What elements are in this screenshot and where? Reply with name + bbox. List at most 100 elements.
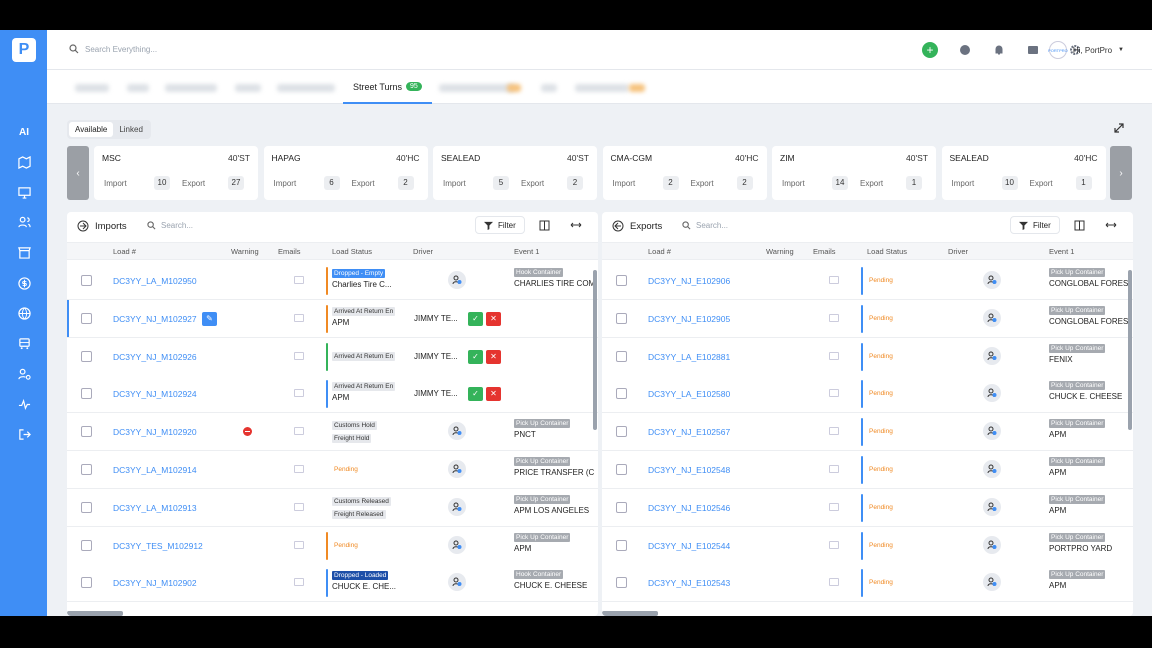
assign-driver-icon[interactable] xyxy=(983,346,1001,365)
load-number-link[interactable]: DC3YY_NJ_E102543 xyxy=(648,578,730,588)
col-load[interactable]: Load # xyxy=(648,247,671,256)
table-row[interactable]: DC3YY_NJ_E102906 Pending Pick Up Container… xyxy=(602,262,1133,300)
horizontal-scrollbar[interactable] xyxy=(602,611,658,616)
user-menu[interactable]: PORTPRO Hi, PortPro ▼ xyxy=(1048,41,1124,59)
table-row[interactable]: DC3YY_LA_M102950 Dropped - Empty Charlies … xyxy=(67,262,598,300)
col-warning[interactable]: Warning xyxy=(766,247,794,256)
globe-icon[interactable] xyxy=(14,303,34,323)
add-icon[interactable]: + xyxy=(922,42,938,58)
filter-button[interactable]: Filter xyxy=(1010,216,1060,234)
monitor-icon[interactable] xyxy=(14,182,34,202)
approve-button[interactable]: ✓ xyxy=(468,311,483,326)
load-number-link[interactable]: DC3YY_NJ_E102548 xyxy=(648,465,730,475)
carrier-card[interactable]: SEALEAD 40'ST Import 5 Export 2 xyxy=(433,146,597,200)
table-row[interactable]: DC3YY_NJ_E102543 Pending Pick Up Container… xyxy=(602,564,1133,603)
table-row[interactable]: DC3YY_NJ_E102905 Pending Pick Up Container… xyxy=(602,299,1133,338)
imports-search[interactable]: Search... xyxy=(147,221,193,230)
search-input[interactable]: Search... xyxy=(696,221,728,230)
assign-driver-icon[interactable] xyxy=(448,535,466,554)
table-row[interactable]: DC3YY_LA_E102881 Pending Pick Up Container… xyxy=(602,337,1133,376)
assign-driver-icon[interactable] xyxy=(983,271,1001,289)
col-emails[interactable]: Emails xyxy=(813,247,836,256)
columns-icon[interactable] xyxy=(535,216,553,234)
table-row[interactable]: DC3YY_LA_M102914 Pending Pick Up Container… xyxy=(67,451,598,489)
carousel-next-button[interactable]: › xyxy=(1110,146,1132,200)
col-event[interactable]: Event 1 xyxy=(514,247,539,256)
mail-icon[interactable] xyxy=(1026,43,1040,57)
assign-driver-icon[interactable] xyxy=(448,271,466,289)
table-row[interactable]: DC3YY_NJ_M102902 Dropped - Loaded CHUCK E.… xyxy=(67,564,598,603)
assign-driver-icon[interactable] xyxy=(983,573,1001,592)
col-driver[interactable]: Driver xyxy=(413,247,433,256)
assign-driver-icon[interactable] xyxy=(983,422,1001,441)
search-input[interactable]: Search Everything... xyxy=(85,45,157,54)
map-icon[interactable] xyxy=(14,152,34,172)
col-emails[interactable]: Emails xyxy=(278,247,301,256)
table-row[interactable]: DC3YY_NJ_E102548 Pending Pick Up Container… xyxy=(602,451,1133,489)
col-warning[interactable]: Warning xyxy=(231,247,259,256)
carrier-card[interactable]: SEALEAD 40'HC Import 10 Export 1 xyxy=(941,146,1106,200)
email-icon[interactable] xyxy=(829,276,839,284)
table-row[interactable]: DC3YY_LA_M102913 Customs Released Freight … xyxy=(67,488,598,527)
table-row[interactable]: DC3YY_NJ_E102544 Pending Pick Up Container… xyxy=(602,526,1133,565)
email-icon[interactable] xyxy=(829,578,839,587)
row-checkbox[interactable] xyxy=(616,539,627,551)
row-checkbox[interactable] xyxy=(616,426,627,438)
row-checkbox[interactable] xyxy=(616,312,627,324)
columns-icon[interactable] xyxy=(1070,216,1088,234)
tab-blurred[interactable] xyxy=(541,84,557,92)
carrier-card[interactable]: CMA-CGM 40'HC Import 2 Export 2 xyxy=(602,146,767,200)
reject-button[interactable]: ✕ xyxy=(486,349,501,364)
col-load[interactable]: Load # xyxy=(113,247,136,256)
global-search[interactable]: Search Everything... xyxy=(69,44,157,54)
load-number-link[interactable]: DC3YY_LA_E102881 xyxy=(648,352,730,362)
load-number-link[interactable]: DC3YY_NJ_E102544 xyxy=(648,541,730,551)
table-row[interactable]: DC3YY_NJ_M102924 Arrived At Return En APM J… xyxy=(67,375,598,414)
load-number-link[interactable]: DC3YY_LA_E102580 xyxy=(648,389,730,399)
email-icon[interactable] xyxy=(829,502,839,511)
email-icon[interactable] xyxy=(829,351,839,360)
carrier-card[interactable]: ZIM 40'ST Import 14 Export 1 xyxy=(772,146,936,200)
table-row[interactable]: DC3YY_NJ_E102546 Pending Pick Up Container… xyxy=(602,488,1133,527)
assign-driver-icon[interactable] xyxy=(983,497,1001,516)
load-number-link[interactable]: DC3YY_NJ_E102905 xyxy=(648,314,730,324)
truck-icon[interactable] xyxy=(14,333,34,353)
vertical-scrollbar[interactable] xyxy=(593,270,597,430)
resize-icon[interactable] xyxy=(1102,216,1120,234)
assign-driver-icon[interactable] xyxy=(448,460,466,478)
email-icon[interactable] xyxy=(829,465,839,473)
tab-blurred[interactable] xyxy=(575,84,629,92)
email-icon[interactable] xyxy=(829,427,839,436)
assign-driver-icon[interactable] xyxy=(983,308,1001,327)
email-icon[interactable] xyxy=(829,313,839,322)
load-number-link[interactable]: DC3YY_NJ_E102567 xyxy=(648,427,730,437)
logout-icon[interactable] xyxy=(14,424,34,444)
users-icon[interactable] xyxy=(14,212,34,232)
user-settings-icon[interactable] xyxy=(14,364,34,384)
col-load-status[interactable]: Load Status xyxy=(332,247,372,256)
email-icon[interactable] xyxy=(829,540,839,549)
tab-blurred[interactable] xyxy=(439,84,515,92)
assign-driver-icon[interactable] xyxy=(448,497,466,516)
portpro-logo[interactable]: P xyxy=(12,38,36,62)
row-checkbox[interactable] xyxy=(616,350,627,362)
row-checkbox[interactable] xyxy=(616,577,627,589)
search-input[interactable]: Search... xyxy=(161,221,193,230)
load-number-link[interactable]: DC3YY_NJ_E102546 xyxy=(648,503,730,513)
exports-search[interactable]: Search... xyxy=(682,221,728,230)
assign-driver-icon[interactable] xyxy=(448,422,466,441)
tab-blurred[interactable] xyxy=(75,84,109,92)
assign-driver-icon[interactable] xyxy=(983,535,1001,554)
table-row[interactable]: DC3YY_LA_E102580 Pending Pick Up Container… xyxy=(602,375,1133,414)
carrier-card[interactable]: MSC 40'ST Import 10 Export 27 xyxy=(94,146,258,200)
tab-street-turns[interactable]: Street Turns 95 xyxy=(343,80,432,104)
toggle-linked[interactable]: Linked xyxy=(113,122,149,137)
carousel-prev-button[interactable]: ‹ xyxy=(67,146,89,200)
row-checkbox[interactable] xyxy=(616,275,627,286)
expand-icon[interactable] xyxy=(1113,122,1125,134)
col-event[interactable]: Event 1 xyxy=(1049,247,1074,256)
table-row[interactable]: DC3YY_NJ_M102920 Customs Hold Freight Hold… xyxy=(67,413,598,452)
dollar-icon[interactable] xyxy=(14,273,34,293)
approve-button[interactable]: ✓ xyxy=(468,387,483,402)
table-row[interactable]: DC3YY_NJ_E102567 Pending Pick Up Container… xyxy=(602,413,1133,452)
